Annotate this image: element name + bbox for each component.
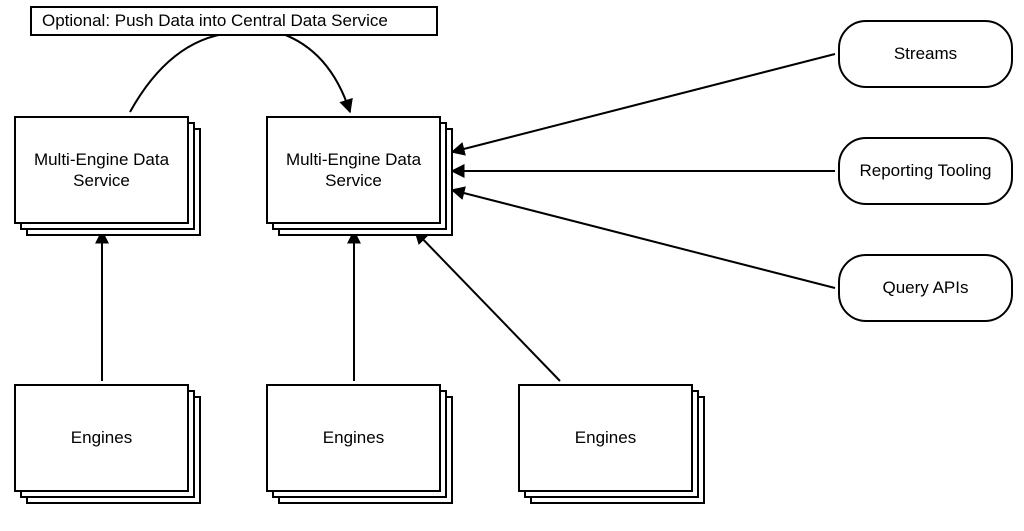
meds-left-label: Multi-Engine Data Service [24, 149, 179, 192]
reporting-label: Reporting Tooling [860, 160, 992, 181]
query-apis-node: Query APIs [838, 254, 1013, 322]
query-apis-label: Query APIs [883, 277, 969, 298]
edge-meds-left-to-caption [130, 33, 230, 112]
streams-node: Streams [838, 20, 1013, 88]
edge-caption-to-meds-right [280, 33, 350, 112]
streams-label: Streams [894, 43, 957, 64]
edge-queryapis-meds-right [452, 190, 835, 288]
meds-left-node: Multi-Engine Data Service [14, 116, 189, 224]
meds-right-label: Multi-Engine Data Service [276, 149, 431, 192]
engines-1-node: Engines [14, 384, 189, 492]
meds-right-node: Multi-Engine Data Service [266, 116, 441, 224]
engines-2-node: Engines [266, 384, 441, 492]
reporting-node: Reporting Tooling [838, 137, 1013, 205]
engines-1-label: Engines [71, 427, 132, 448]
diagram-caption: Optional: Push Data into Central Data Se… [30, 6, 438, 36]
engines-3-label: Engines [575, 427, 636, 448]
edge-streams-meds-right [452, 54, 835, 152]
engines-3-node: Engines [518, 384, 693, 492]
engines-2-label: Engines [323, 427, 384, 448]
edge-engines3-meds-right [415, 231, 560, 381]
